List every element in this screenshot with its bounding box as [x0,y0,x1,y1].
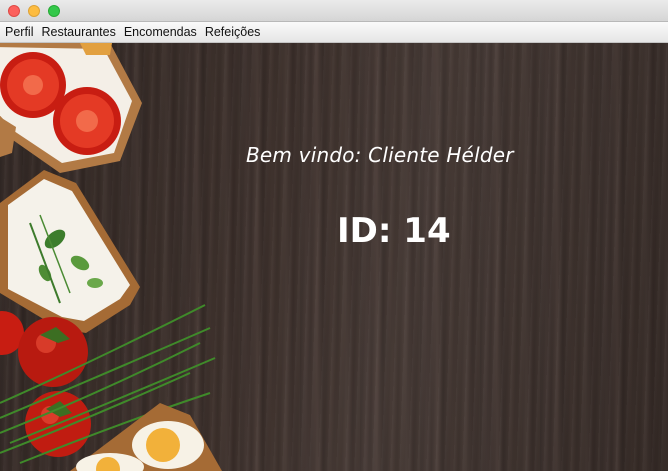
menu-refeicoes[interactable]: Refeições [205,25,261,39]
close-window-button[interactable] [8,5,20,17]
main-panel: Bem vindo: Cliente Hélder ID: 14 [0,43,668,471]
menu-encomendas[interactable]: Encomendas [124,25,197,39]
menu-perfil[interactable]: Perfil [5,25,33,39]
maximize-window-button[interactable] [48,5,60,17]
welcome-message: Bem vindo: Cliente Hélder [246,143,514,167]
toast-tomato-top [0,43,142,173]
app-window: Perfil Restaurantes Encomendas Refeições [0,0,668,471]
menu-restaurantes[interactable]: Restaurantes [41,25,115,39]
client-id-label: ID: 14 [337,211,451,251]
menu-bar: Perfil Restaurantes Encomendas Refeições [0,22,668,43]
food-background-image [0,43,222,471]
toast-egg [70,403,222,471]
minimize-window-button[interactable] [28,5,40,17]
toast-cream-herbs [0,170,140,333]
title-bar [0,0,668,22]
